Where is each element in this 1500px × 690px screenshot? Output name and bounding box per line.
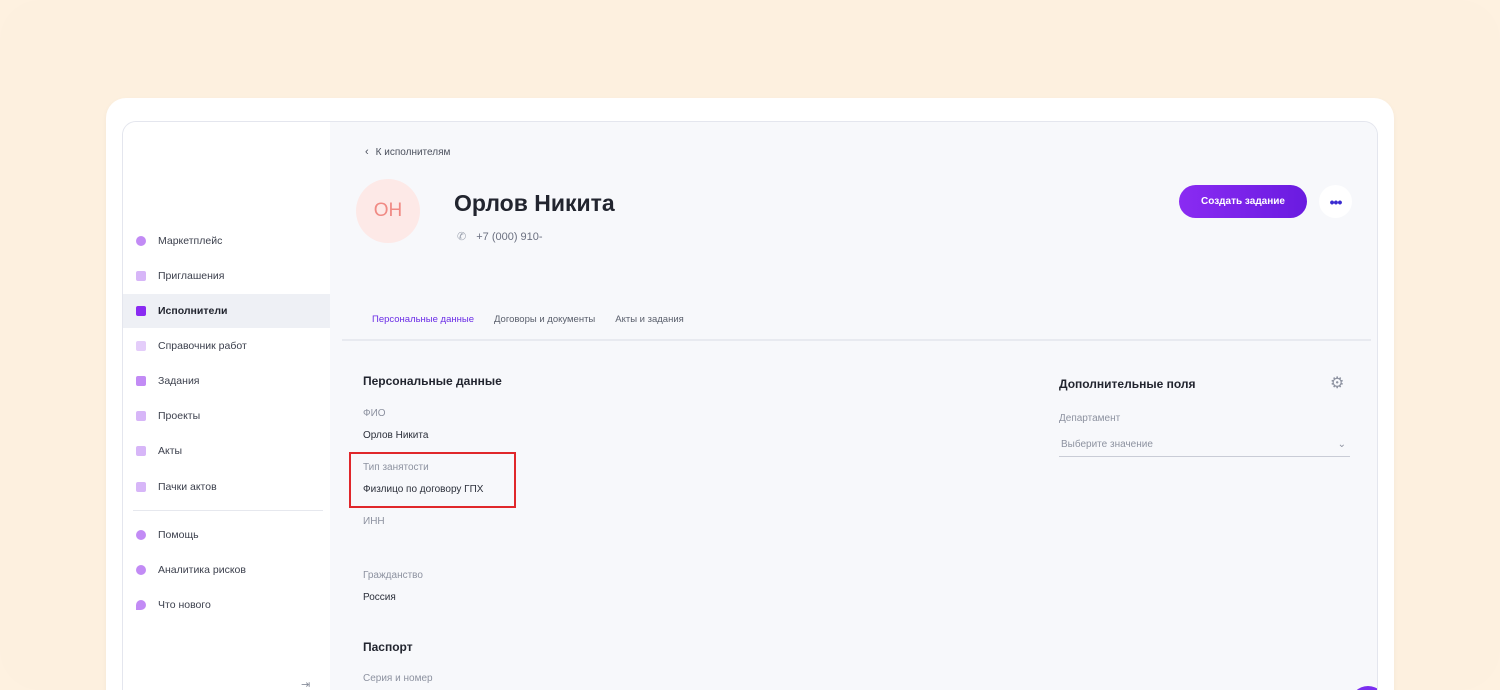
back-link[interactable]: ‹ К исполнителям (365, 146, 450, 158)
department-select-value: Выберите значение (1061, 439, 1153, 450)
document-icon (136, 446, 146, 456)
citizenship-value: Россия (363, 592, 396, 603)
logout-icon[interactable]: ⇥ (301, 678, 310, 690)
tabs-divider (342, 339, 1371, 341)
sidebar-item-label: Акты (158, 445, 183, 457)
tab-personal-data[interactable]: Персональные данные (372, 314, 474, 325)
sidebar-divider (133, 510, 323, 511)
square-icon (136, 376, 146, 386)
employment-type-label: Тип занятости (363, 462, 429, 473)
extra-fields-title: Дополнительные поля (1059, 377, 1196, 391)
sidebar-item-label: Исполнители (158, 305, 228, 317)
sidebar-item-label: Задания (158, 375, 200, 387)
personal-section-title: Персональные данные (363, 374, 502, 388)
analytics-icon (136, 565, 146, 575)
sidebar-item-label: Помощь (158, 529, 199, 541)
department-label: Департамент (1059, 413, 1121, 424)
sidebar-item-executors[interactable]: Исполнители (123, 294, 330, 328)
chat-icon[interactable] (1350, 686, 1377, 690)
page-title: Орлов Никита (454, 190, 615, 216)
search-icon (136, 236, 146, 246)
tab-acts-tasks[interactable]: Акты и задания (615, 314, 684, 325)
phone-icon: ✆ (457, 231, 467, 243)
create-task-button[interactable]: Создать задание (1179, 185, 1307, 218)
grid-icon (136, 341, 146, 351)
gear-icon[interactable]: ⚙ (1330, 373, 1344, 393)
tabs: Персональные данные Договоры и документы… (372, 314, 684, 325)
sidebar-item-marketplace[interactable]: Маркетплейс (123, 224, 330, 258)
sidebar-item-invitations[interactable]: Приглашения (123, 259, 330, 293)
sidebar-item-act-batches[interactable]: Пачки актов (123, 470, 330, 504)
employment-type-value: Физлицо по договору ГПХ (363, 484, 484, 495)
passport-series-label: Серия и номер (363, 673, 433, 684)
hierarchy-icon (136, 411, 146, 421)
phone-number: ✆ +7 (000) 910- (457, 230, 543, 244)
sidebar-item-acts[interactable]: Акты (123, 434, 330, 468)
sidebar-item-risk-analytics[interactable]: Аналитика рисков (123, 553, 330, 587)
department-select[interactable]: Выберите значение ⌄ (1059, 433, 1350, 457)
sidebar-item-label: Маркетплейс (158, 235, 223, 247)
user-plus-icon (136, 271, 146, 281)
help-icon (136, 530, 146, 540)
passport-section-title: Паспорт (363, 640, 413, 654)
documents-icon (136, 482, 146, 492)
sidebar-item-label: Проекты (158, 410, 201, 422)
avatar: ОН (356, 179, 420, 243)
phone-value: +7 (000) 910- (476, 230, 543, 243)
fio-value: Орлов Никита (363, 430, 429, 441)
main-content: ‹ К исполнителям ОН Орлов Никита ✆ +7 (0… (330, 122, 1377, 690)
sidebar-item-help[interactable]: Помощь (123, 518, 330, 552)
inn-label: ИНН (363, 516, 385, 527)
users-icon (136, 306, 146, 316)
chevron-left-icon: ‹ (365, 146, 369, 158)
citizenship-label: Гражданство (363, 570, 423, 581)
chevron-down-icon: ⌄ (1337, 439, 1346, 450)
sidebar-item-label: Справочник работ (158, 340, 247, 352)
sidebar-item-whats-new[interactable]: Что нового (123, 588, 330, 622)
sidebar: Маркетплейс Приглашения Исполнители Спра… (123, 122, 330, 690)
sidebar-item-label: Приглашения (158, 270, 225, 282)
sidebar-item-works-catalog[interactable]: Справочник работ (123, 329, 330, 363)
fio-label: ФИО (363, 408, 386, 419)
more-icon[interactable]: ••• (1319, 185, 1352, 218)
news-icon (136, 600, 146, 610)
back-link-label: К исполнителям (375, 146, 451, 158)
sidebar-item-tasks[interactable]: Задания (123, 364, 330, 398)
sidebar-item-label: Что нового (158, 599, 211, 611)
sidebar-item-label: Аналитика рисков (158, 564, 246, 576)
tab-contracts-documents[interactable]: Договоры и документы (494, 314, 595, 325)
app-window: Маркетплейс Приглашения Исполнители Спра… (122, 121, 1378, 690)
sidebar-item-projects[interactable]: Проекты (123, 399, 330, 433)
highlight-frame (349, 452, 516, 508)
sidebar-item-label: Пачки актов (158, 481, 217, 493)
